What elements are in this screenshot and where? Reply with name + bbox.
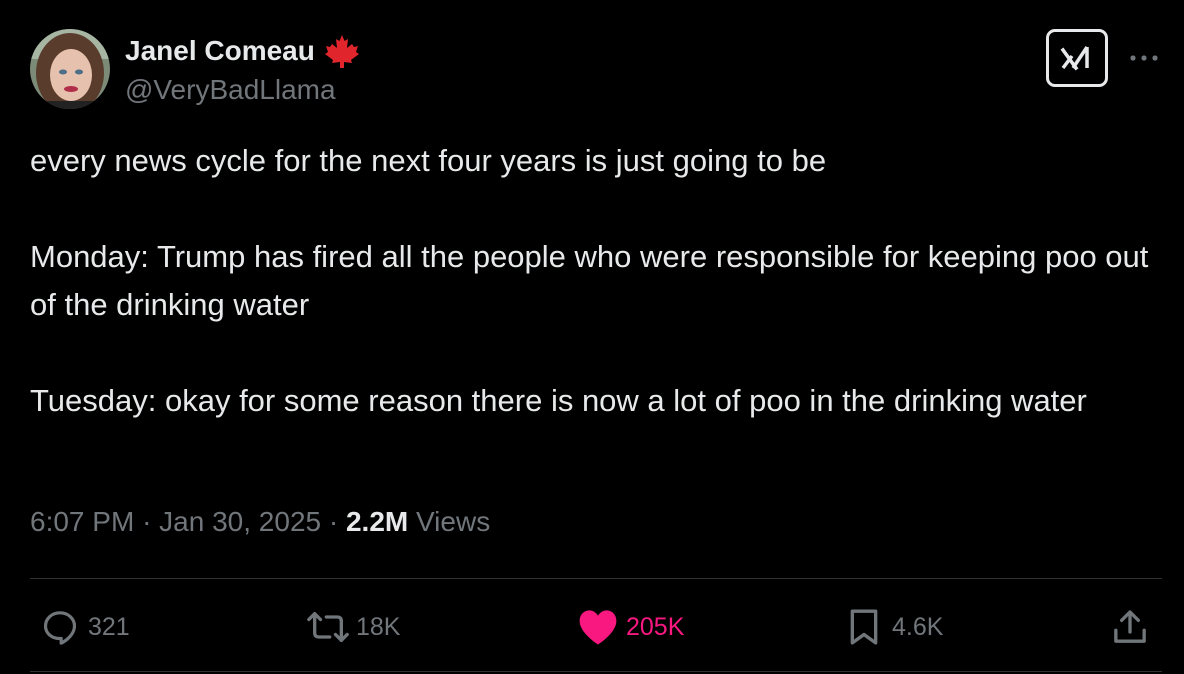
- tweet-paragraph: every news cycle for the next four years…: [30, 143, 827, 178]
- author-name-text: Janel Comeau: [125, 35, 315, 66]
- reply-icon: [38, 605, 82, 649]
- tweet-meta: 6:07 PM · Jan 30, 2025 · 2.2M Views: [30, 506, 490, 538]
- divider: [30, 578, 1162, 579]
- avatar[interactable]: [30, 29, 110, 109]
- bookmark-icon: [842, 605, 886, 649]
- tweet-paragraph: Tuesday: okay for some reason there is n…: [30, 383, 1087, 418]
- repost-icon: [306, 605, 350, 649]
- divider: [30, 671, 1162, 672]
- meta-separator: ·: [142, 506, 152, 537]
- maple-leaf-icon: [323, 33, 361, 69]
- tweet-date[interactable]: Jan 30, 2025: [159, 506, 321, 537]
- author-handle[interactable]: @VeryBadLlama: [125, 74, 336, 106]
- repost-button[interactable]: 18K: [306, 604, 400, 650]
- meta-separator: ·: [328, 506, 339, 537]
- tweet-paragraph: Monday: Trump has fired all the people w…: [30, 239, 1149, 322]
- reply-count: 321: [88, 612, 130, 641]
- repost-count: 18K: [356, 612, 401, 641]
- reply-button[interactable]: 321: [38, 604, 130, 650]
- share-icon: [1108, 605, 1152, 649]
- bookmark-button[interactable]: 4.6K: [842, 604, 943, 650]
- grok-icon: [1060, 46, 1089, 71]
- grok-button[interactable]: [1046, 29, 1108, 87]
- more-button[interactable]: [1126, 40, 1162, 76]
- bookmark-count: 4.6K: [892, 612, 944, 641]
- more-icon: [1130, 55, 1158, 61]
- views-label: Views: [416, 506, 491, 537]
- tweet-time[interactable]: 6:07 PM: [30, 506, 134, 537]
- like-button[interactable]: 205K: [576, 604, 684, 650]
- heart-icon: [576, 605, 620, 649]
- share-button[interactable]: [1108, 604, 1152, 650]
- avatar-image: [30, 29, 110, 109]
- author-name[interactable]: Janel Comeau: [125, 33, 361, 69]
- views-count: 2.2M: [345, 506, 409, 537]
- like-count: 205K: [626, 612, 685, 641]
- tweet-text: every news cycle for the next four years…: [30, 137, 1155, 425]
